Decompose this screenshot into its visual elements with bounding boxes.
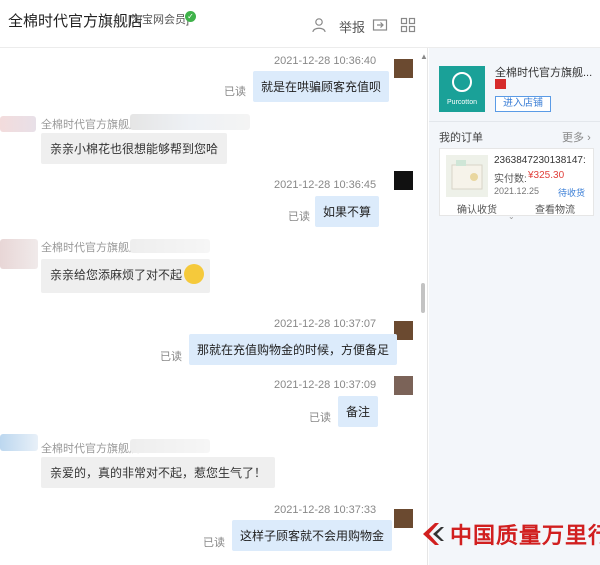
watermark-text: 中国质量万里行 <box>450 523 600 549</box>
message-bubble-outgoing[interactable]: 这样子顾客就不会用购物金 <box>232 520 393 551</box>
message-bubble-incoming[interactable]: 亲亲小棉花也很想能够帮到您哈 <box>41 133 228 164</box>
chat-message-list[interactable]: 2021-12-28 10:36:40 已读 就是在哄骗顾客充值呗 全棉时代官方… <box>0 48 428 565</box>
chat-title: 全棉时代官方旗舰店 <box>8 13 144 30</box>
read-status: 已读 <box>288 211 310 223</box>
user-avatar <box>394 171 413 190</box>
blurred-area <box>130 239 210 253</box>
shop-card: Purcotton 全棉时代官方旗舰... 进入店铺 <box>429 48 600 122</box>
user-avatar <box>394 376 413 395</box>
message-text: 亲亲给您添麻烦了对不起 <box>50 268 183 283</box>
tmall-badge-icon <box>495 79 506 89</box>
message-timestamp: 2021-12-28 10:36:40 <box>274 55 377 67</box>
read-status: 已读 <box>203 537 225 549</box>
shop-avatar <box>0 116 36 132</box>
user-avatar <box>394 59 413 78</box>
watermark-logo <box>423 523 444 545</box>
sender-name: 全棉时代官方旗舰店 <box>41 119 140 131</box>
sad-face-emoji-icon <box>184 264 205 284</box>
blurred-area <box>130 439 210 453</box>
order-date: 2021.12.25 <box>494 186 540 196</box>
message-timestamp: 2021-12-28 10:37:33 <box>274 504 377 516</box>
read-status: 已读 <box>224 86 246 98</box>
logo-text: Purcotton <box>447 99 477 106</box>
product-thumbnail[interactable] <box>446 155 488 197</box>
shop-avatar <box>0 239 38 269</box>
read-status: 已读 <box>309 412 331 424</box>
folder-icon[interactable] <box>372 17 388 33</box>
order-number: 2363847230138147: <box>494 155 586 166</box>
orders-title: 我的订单 <box>439 132 483 144</box>
shop-info-panel: Purcotton 全棉时代官方旗舰... 进入店铺 我的订单 更多 › 236… <box>429 48 600 565</box>
scrollbar-thumb[interactable] <box>421 283 425 313</box>
panel-shop-name: 全棉时代官方旗舰... <box>495 67 593 79</box>
message-bubble-incoming[interactable]: 亲爱的，真的非常对不起，惹您生气了！ <box>41 457 276 488</box>
message-bubble-outgoing[interactable]: 那就在充值购物金的时候，方便备足 <box>189 334 398 365</box>
message-timestamp: 2021-12-28 10:36:45 <box>274 179 377 191</box>
member-tag: [淘宝网会员] <box>128 14 190 26</box>
blurred-area <box>130 114 250 130</box>
sender-name: 全棉时代官方旗舰店 <box>41 242 140 254</box>
order-status: 待收货 <box>558 188 586 198</box>
order-actions: 确认收货 查看物流 <box>439 199 594 216</box>
paid-label: 实付数: <box>494 174 527 185</box>
paid-amount: ¥325.30 <box>528 170 565 181</box>
shop-avatar <box>0 434 38 451</box>
user-avatar <box>394 509 413 528</box>
apps-grid-icon[interactable] <box>400 17 416 33</box>
leaf-logo-icon <box>452 72 472 92</box>
chevron-down-icon[interactable]: ⌄ <box>508 212 515 221</box>
view-logistics-button[interactable]: 查看物流 <box>535 201 575 216</box>
chat-header: 全棉时代官方旗舰店 [淘宝网会员] ✓ 举报 <box>0 0 600 48</box>
chevron-right-icon: › <box>587 132 591 144</box>
orders-more-link[interactable]: 更多 › <box>562 129 591 145</box>
scroll-up-arrow-icon[interactable]: ▲ <box>420 52 428 61</box>
orders-more-label: 更多 <box>562 132 584 144</box>
message-bubble-outgoing[interactable]: 如果不算 <box>315 196 380 227</box>
shop-logo[interactable]: Purcotton <box>439 66 485 112</box>
product-image-icon <box>451 160 483 190</box>
message-bubble-incoming[interactable]: 亲亲给您添麻烦了对不起 <box>41 259 211 293</box>
enter-shop-button[interactable]: 进入店铺 <box>495 96 551 112</box>
sender-name: 全棉时代官方旗舰店 <box>41 443 140 455</box>
message-timestamp: 2021-12-28 10:37:09 <box>274 379 377 391</box>
message-bubble-outgoing[interactable]: 就是在哄骗顾客充值呗 <box>253 71 390 102</box>
user-profile-icon[interactable] <box>311 17 327 33</box>
message-bubble-outgoing[interactable]: 备注 <box>338 396 379 427</box>
verified-check-icon: ✓ <box>185 11 196 22</box>
report-button[interactable]: 举报 <box>339 17 365 36</box>
message-timestamp: 2021-12-28 10:37:07 <box>274 318 377 330</box>
read-status: 已读 <box>160 351 182 363</box>
confirm-receipt-button[interactable]: 确认收货 <box>457 201 497 216</box>
